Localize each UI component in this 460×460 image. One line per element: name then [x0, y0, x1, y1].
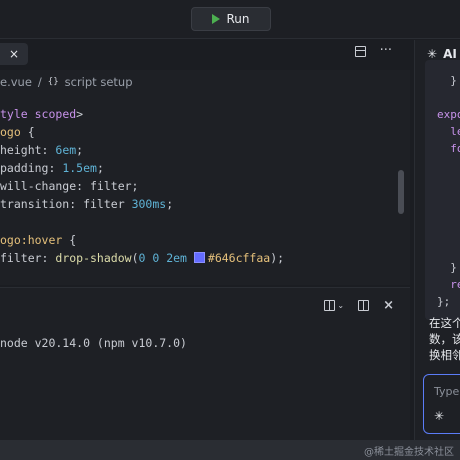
code-line: transition: filter 300ms; [0, 195, 395, 213]
run-button[interactable]: Run [191, 7, 271, 31]
breadcrumb-separator: / [37, 75, 42, 89]
more-icon[interactable]: ··· [380, 43, 392, 58]
code-line: padding: 1.5em; [0, 159, 395, 177]
breadcrumb-file[interactable]: e.vue [0, 75, 32, 89]
close-icon: × [8, 47, 20, 61]
code-line: ogo:hover { [0, 231, 395, 249]
code-token: height: [0, 143, 56, 157]
code-token: ogo:hover [0, 233, 63, 247]
code-token: filter: [0, 251, 56, 265]
ai-response-text: 在这个 数，该 换相邻 [429, 316, 460, 362]
code-token: re [450, 278, 460, 291]
code-line: fo [425, 140, 460, 157]
ai-chat-input[interactable]: Type a ✳ [423, 374, 460, 434]
play-icon [212, 14, 221, 24]
breadcrumb-section[interactable]: script setup [65, 75, 133, 89]
ai-input-placeholder: Type a [434, 385, 460, 398]
code-token: ; [76, 143, 84, 157]
code-line: height: 6em; [0, 141, 395, 159]
split-terminal-dropdown[interactable]: ⌄ [324, 300, 344, 311]
code-token: > [76, 107, 84, 121]
terminal-tools: ⌄ × [324, 298, 394, 313]
code-token: transition: filter [0, 197, 132, 211]
watermark: @稀土掘金技术社区 [364, 447, 454, 458]
code-token: ); [270, 251, 285, 265]
code-token: tyle [0, 107, 35, 121]
code-line: } [425, 72, 460, 89]
code-token: ogo [0, 125, 21, 139]
code-token: 300ms [131, 197, 167, 211]
tab-close-button[interactable]: × [0, 43, 28, 65]
code-token: } [437, 261, 457, 274]
code-token: } [437, 74, 457, 87]
top-toolbar: Run [0, 0, 460, 39]
braces-icon: {} [47, 77, 59, 87]
code-token: le [450, 125, 460, 138]
code-line: filter: drop-shadow(0 0 2em #646cffaa); [0, 249, 395, 267]
chevron-down-icon: ⌄ [337, 301, 345, 310]
ai-panel-header: ✳ AI [427, 47, 457, 61]
editor-tab-bar: × ··· [0, 40, 410, 70]
sparkle-icon: ✳ [427, 47, 438, 61]
code-token: drop-shadow [55, 251, 132, 265]
sparkle-icon[interactable]: ✳ [434, 409, 444, 423]
code-token: will-change: filter; [0, 179, 139, 193]
code-line: expo [425, 106, 460, 123]
code-token: fo [450, 142, 460, 155]
terminal-panel: ⌄ × node v20.14.0 (npm v10.7.0) [0, 287, 410, 441]
code-line: ogo { [0, 123, 395, 141]
code-token: 0 0 2em [138, 251, 194, 265]
run-button-label: Run [226, 12, 250, 26]
code-token: scoped [34, 107, 77, 121]
code-line: } [425, 259, 460, 276]
code-token: #646cffaa [207, 251, 271, 265]
code-token: ; [96, 161, 104, 175]
code-area[interactable]: tyle scoped> ogo {height: 6em; padding: 1.… [0, 105, 395, 267]
code-line: will-change: filter; [0, 177, 395, 195]
code-token: { [20, 125, 35, 139]
code-token: padding: [0, 161, 63, 175]
code-token: }; [437, 295, 451, 308]
close-terminal-icon[interactable]: × [383, 298, 394, 313]
editor-tab-tools: ··· [354, 43, 392, 61]
code-token: expo [437, 108, 460, 121]
code-editor: × ··· e.vue / {} script setup tyle scope… [0, 40, 410, 285]
ai-panel: ✳ AI } expo le fo } re}; 在这个 数，该 换相邻 Type… [414, 40, 460, 440]
code-token: 6em [55, 143, 77, 157]
ai-panel-title: AI [443, 47, 457, 61]
code-line: tyle scoped> [0, 105, 395, 123]
ai-code-block: } expo le fo } re}; [425, 60, 460, 320]
code-token: ; [166, 197, 174, 211]
code-token: { [62, 233, 77, 247]
split-editor-icon[interactable] [354, 46, 366, 57]
code-line: le [425, 123, 460, 140]
editor-scrollbar[interactable] [398, 170, 404, 214]
status-bar: @稀土掘金技术社区 [0, 440, 460, 460]
code-token: ( [131, 251, 139, 265]
code-line: re [425, 276, 460, 293]
code-line: }; [425, 293, 460, 310]
split-terminal-icon [324, 300, 336, 311]
terminal-output: node v20.14.0 (npm v10.7.0) [0, 336, 187, 350]
code-token: 1.5em [62, 161, 97, 175]
color-swatch [193, 252, 205, 263]
breadcrumb: e.vue / {} script setup [0, 72, 133, 92]
layout-icon[interactable] [358, 300, 370, 311]
